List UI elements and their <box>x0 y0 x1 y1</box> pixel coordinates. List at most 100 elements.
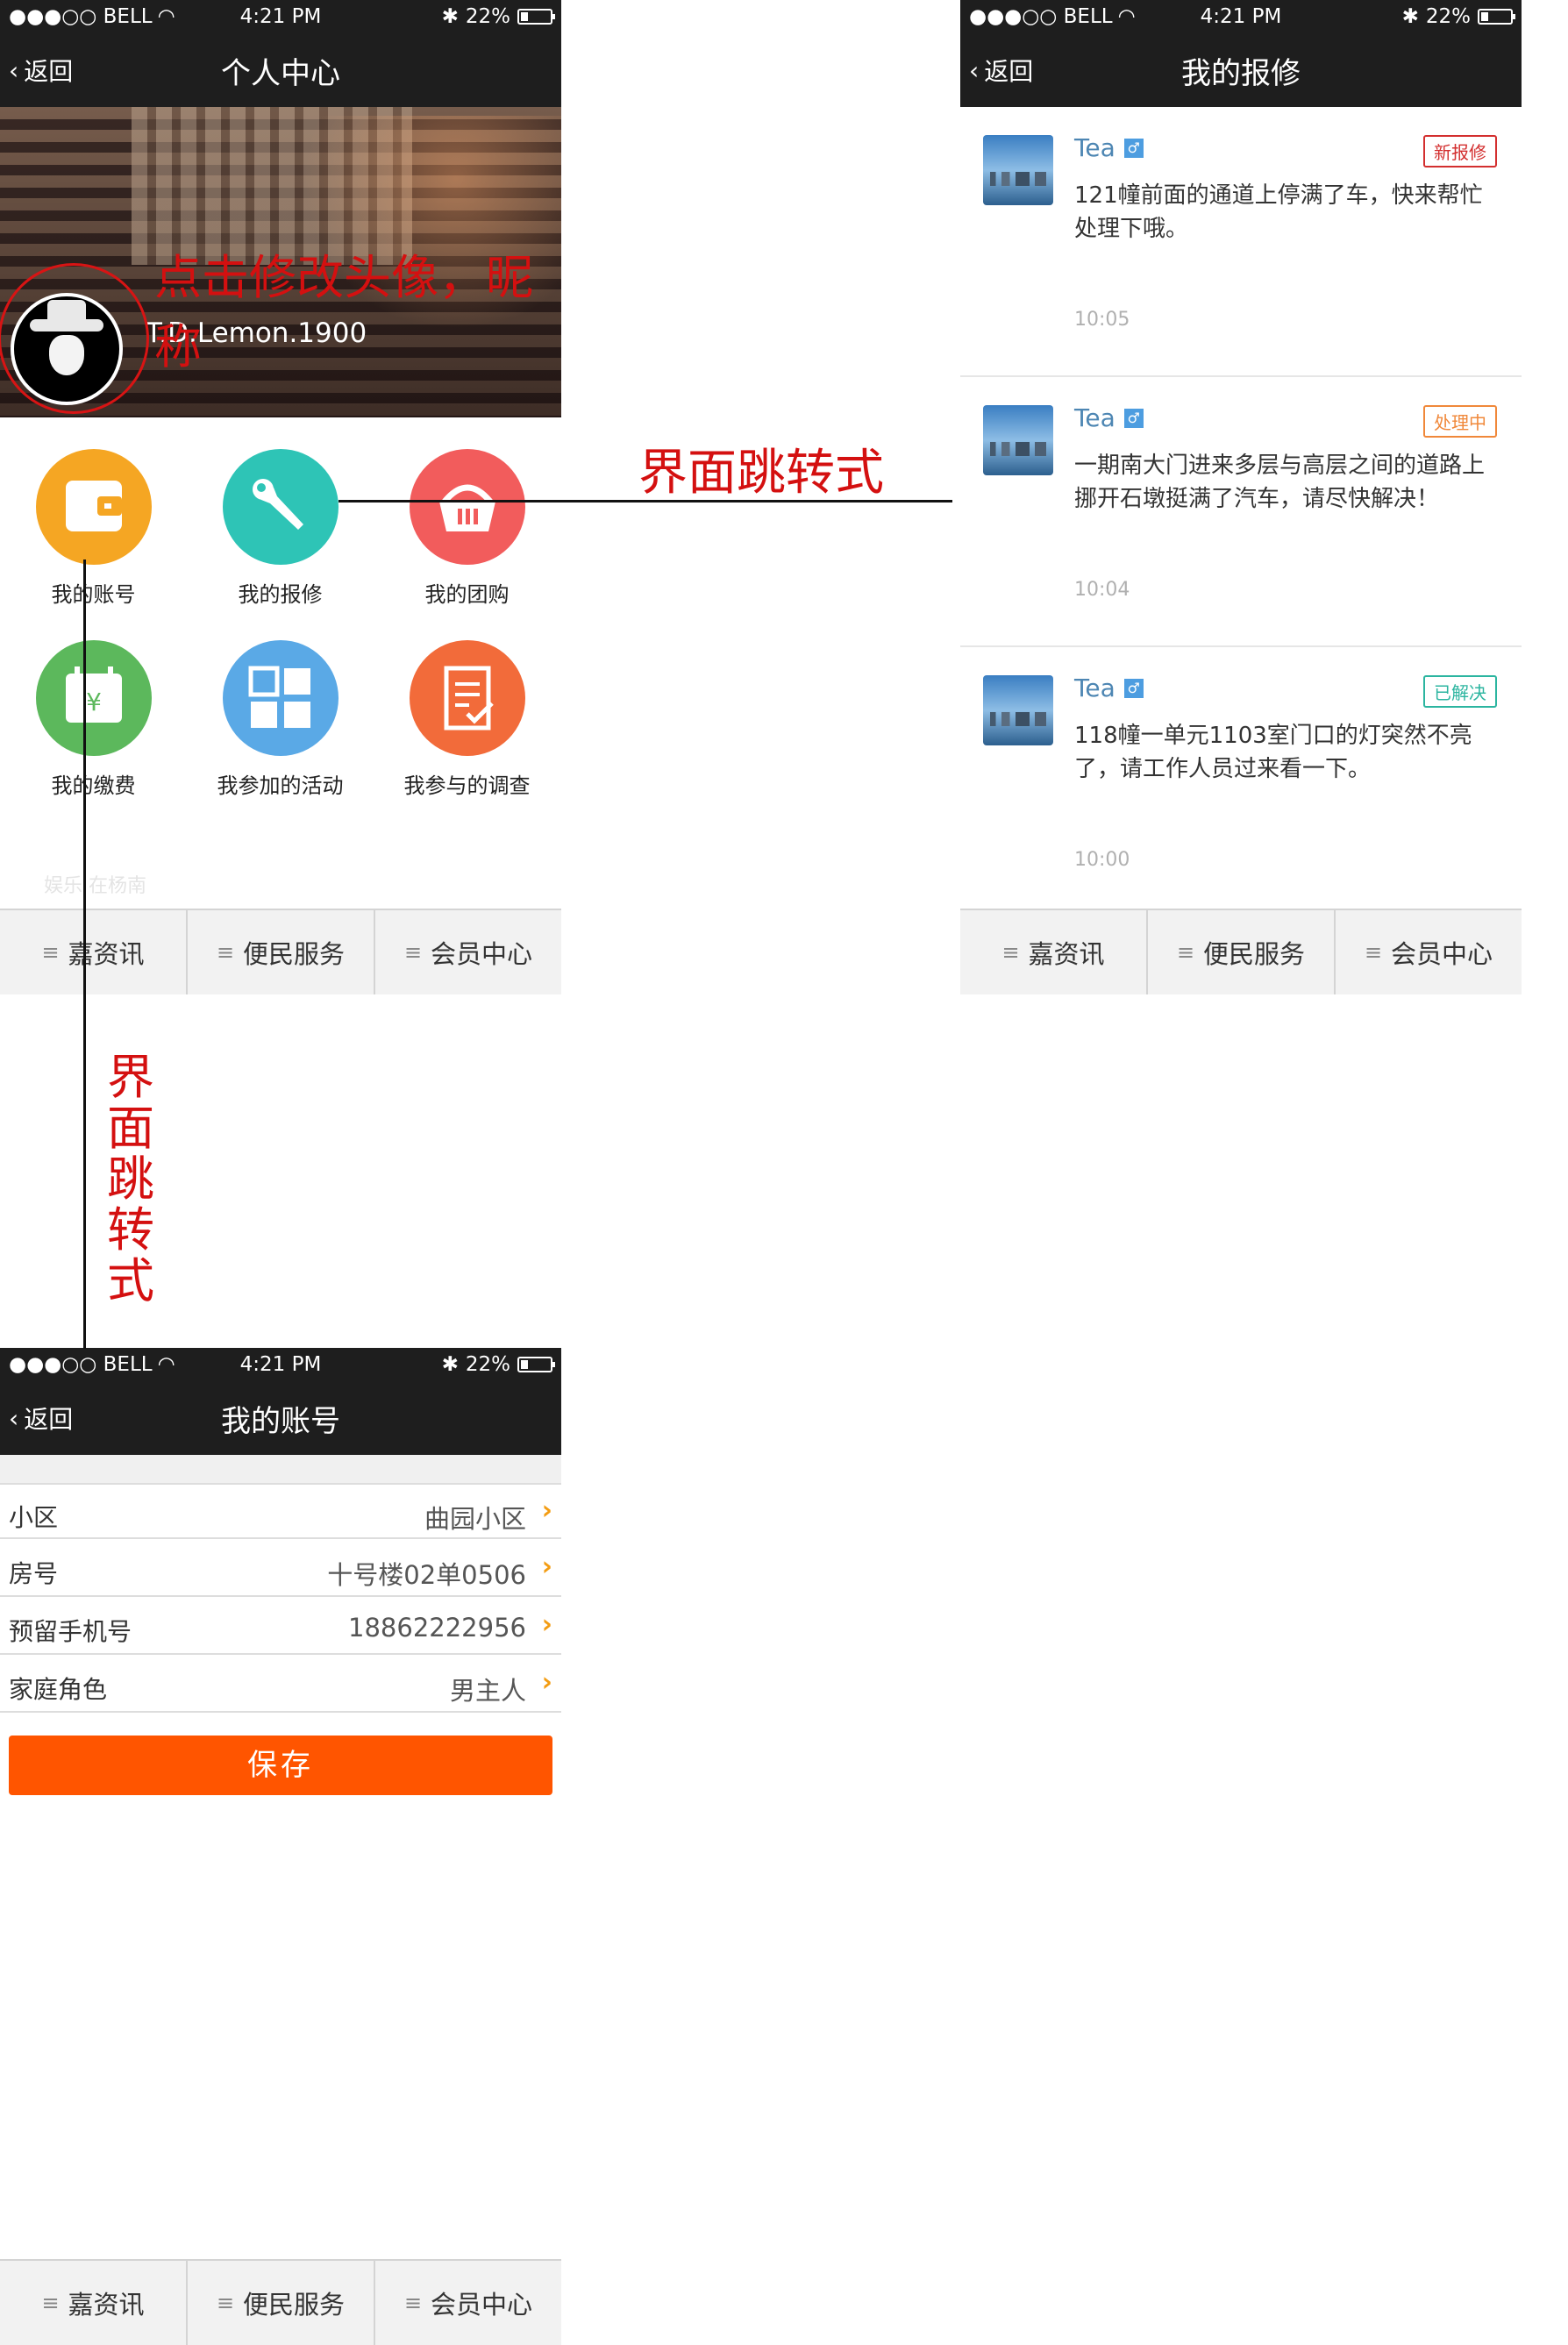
field-value: 男主人 <box>449 1676 526 1706</box>
chevron-right-icon: › <box>541 1495 552 1526</box>
status-badge: 新报修 <box>1423 135 1497 168</box>
field-label: 预留手机号 <box>9 1617 132 1646</box>
menu-icon: ≡ <box>216 940 235 965</box>
tab-bar: ≡ 嘉资讯 ≡ 便民服务 ≡ 会员中心 <box>960 909 1522 994</box>
repair-time: 10:00 <box>1074 849 1130 871</box>
grid-label: 我的团购 <box>424 582 510 607</box>
status-bar: ●●●○○ BELL ◠ 4:21 PM ✱ 22% <box>960 0 1522 35</box>
menu-icon: ≡ <box>216 2291 235 2315</box>
wallet-icon <box>35 449 152 565</box>
form-row-phone[interactable]: 预留手机号 18862222956 › <box>0 1599 561 1655</box>
grid-item-repairs[interactable]: 我的报修 <box>187 449 374 608</box>
grid-item-account[interactable]: 我的账号 <box>0 449 187 608</box>
nav-bar: ‹ 返回 我的账号 <box>0 1383 561 1455</box>
battery-icon <box>1478 9 1515 25</box>
tab-label: 嘉资讯 <box>68 2290 145 2320</box>
repair-time: 10:05 <box>1074 309 1130 331</box>
menu-icon: ≡ <box>403 2291 423 2315</box>
annotation-jump-horizontal: 界面跳转式 <box>638 445 884 502</box>
connector-vertical <box>83 560 86 1349</box>
tab-label: 会员中心 <box>431 2290 533 2320</box>
user-line: Tea ♂ <box>1074 674 1144 702</box>
battery-icon <box>517 9 555 25</box>
grid-item-survey[interactable]: 我参与的调查 <box>374 640 560 799</box>
page-title: 个人中心 <box>221 56 340 91</box>
annotation-jump-vertical: 界面跳转式 <box>107 1050 154 1308</box>
field-label: 小区 <box>9 1503 59 1532</box>
grid-item-payment[interactable]: ¥ 我的缴费 <box>0 640 187 799</box>
battery-percent: 22% <box>465 5 510 28</box>
user-line: Tea ♂ <box>1074 133 1144 162</box>
field-value: 十号楼02单0506 <box>327 1560 526 1590</box>
survey-icon <box>409 640 525 756</box>
tab-label: 便民服务 <box>243 2290 346 2320</box>
tab-label: 便民服务 <box>243 939 346 969</box>
tab-bar: ≡ 嘉资讯 ≡ 便民服务 ≡ 会员中心 <box>0 2259 561 2345</box>
status-bar: ●●●○○ BELL ◠ 4:21 PM ✱ 22% <box>0 0 561 35</box>
grid-label: 我参加的活动 <box>217 773 344 798</box>
tab-member[interactable]: ≡ 会员中心 <box>375 2261 561 2345</box>
male-icon: ♂ <box>1123 138 1144 158</box>
page-title: 我的报修 <box>1181 56 1301 91</box>
save-button[interactable]: 保存 <box>9 1736 552 1795</box>
tab-news[interactable]: ≡ 嘉资讯 <box>960 910 1148 994</box>
repair-item[interactable]: Tea ♂ 已解决 118幢一单元1103室门口的灯突然不亮了，请工作人员过来看一… <box>960 647 1522 917</box>
username: Tea <box>1074 403 1115 432</box>
username: Tea <box>1074 133 1115 162</box>
repair-item[interactable]: Tea ♂ 处理中 一期南大门进来多层与高层之间的道路上挪开石墩挺满了汽车，请尽快… <box>960 377 1522 647</box>
form-row-room[interactable]: 房号 十号楼02单0506 › <box>0 1541 561 1597</box>
repair-text: 121幢前面的通道上停满了车，快来帮忙处理下哦。 <box>1074 182 1483 242</box>
battery-icon <box>517 1357 555 1372</box>
tab-services[interactable]: ≡ 便民服务 <box>188 2261 375 2345</box>
repair-item[interactable]: Tea ♂ 新报修 121幢前面的通道上停满了车，快来帮忙处理下哦。 10:05 <box>960 107 1522 377</box>
battery-percent: 22% <box>1425 5 1471 28</box>
field-value: 曲园小区 <box>424 1504 526 1534</box>
tab-services[interactable]: ≡ 便民服务 <box>1148 910 1336 994</box>
form-spacer <box>0 1455 561 1483</box>
status-badge: 处理中 <box>1423 405 1497 438</box>
tab-services[interactable]: ≡ 便民服务 <box>188 910 375 994</box>
status-badge: 已解决 <box>1423 675 1497 708</box>
grid-label: 我的报修 <box>238 582 323 607</box>
bluetooth-icon: ✱ <box>441 1353 459 1376</box>
grid-item-activities[interactable]: 我参加的活动 <box>187 640 374 799</box>
username: Tea <box>1074 674 1115 702</box>
form-row-role[interactable]: 家庭角色 男主人 › <box>0 1657 561 1713</box>
menu-icon: ≡ <box>41 2291 60 2315</box>
faded-text: 娱乐 在杨南 <box>44 875 146 897</box>
status-bar: ●●●○○ BELL ◠ 4:21 PM ✱ 22% <box>0 1348 561 1383</box>
tab-member[interactable]: ≡ 会员中心 <box>1336 910 1522 994</box>
repair-text: 118幢一单元1103室门口的灯突然不亮了，请工作人员过来看一下。 <box>1074 723 1472 782</box>
svg-text:¥: ¥ <box>86 688 102 716</box>
chevron-right-icon: › <box>541 1551 552 1582</box>
field-value: 18862222956 <box>348 1613 526 1643</box>
calendar-yen-icon: ¥ <box>35 640 152 756</box>
repairs-screen: ●●●○○ BELL ◠ 4:21 PM ✱ 22% ‹ 返回 我的报修 Tea ♂ 新… <box>960 0 1522 996</box>
chevron-right-icon: › <box>541 1609 552 1640</box>
annotation-avatar: 点击修改头像，昵称 <box>154 250 533 374</box>
tab-member[interactable]: ≡ 会员中心 <box>375 910 561 994</box>
chevron-right-icon: › <box>541 1667 552 1698</box>
tab-news[interactable]: ≡ 嘉资讯 <box>0 910 188 994</box>
grid-label: 我参与的调查 <box>403 773 531 798</box>
menu-icon: ≡ <box>1364 940 1383 965</box>
field-label: 房号 <box>9 1559 59 1588</box>
page-title: 我的账号 <box>221 1404 340 1439</box>
user-avatar <box>983 135 1053 205</box>
menu-icon: ≡ <box>403 940 423 965</box>
menu-icon: ≡ <box>1001 940 1020 965</box>
tab-label: 嘉资讯 <box>1028 939 1105 969</box>
grid-label: 我的账号 <box>51 582 136 607</box>
nav-bar: ‹ 返回 我的报修 <box>960 35 1522 107</box>
grid-icon <box>222 640 339 756</box>
account-screen: ●●●○○ BELL ◠ 4:21 PM ✱ 22% ‹ 返回 我的账号 小区 曲园小… <box>0 1348 561 2345</box>
battery-percent: 22% <box>465 1353 510 1376</box>
form-row-community[interactable]: 小区 曲园小区 › <box>0 1483 561 1539</box>
grid-item-groupbuy[interactable]: 我的团购 <box>374 449 560 608</box>
menu-icon: ≡ <box>1176 940 1195 965</box>
grid-label: 我的缴费 <box>51 773 136 798</box>
basket-icon <box>409 449 525 565</box>
bluetooth-icon: ✱ <box>441 5 459 28</box>
user-line: Tea ♂ <box>1074 403 1144 432</box>
tab-news[interactable]: ≡ 嘉资讯 <box>0 2261 188 2345</box>
